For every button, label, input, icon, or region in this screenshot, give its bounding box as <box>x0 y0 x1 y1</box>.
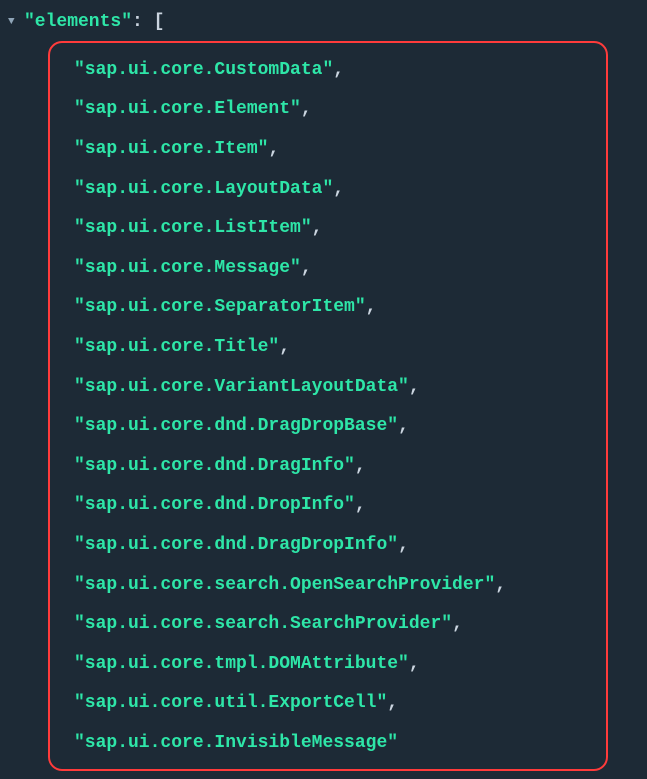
array-item-value: "sap.ui.core.dnd.DragInfo" <box>74 456 355 476</box>
array-item-value: "sap.ui.core.Element" <box>74 99 301 119</box>
array-item-value: "sap.ui.core.LayoutData" <box>74 179 333 199</box>
array-item: "sap.ui.core.tmpl.DOMAttribute", <box>60 645 596 685</box>
array-item-comma: , <box>333 179 344 199</box>
array-item-comma: , <box>355 495 366 515</box>
array-item: "sap.ui.core.util.ExportCell", <box>60 684 596 724</box>
array-item-comma: , <box>312 218 323 238</box>
array-item: "sap.ui.core.Item", <box>60 130 596 170</box>
array-item-comma: , <box>495 575 506 595</box>
array-item-value: "sap.ui.core.InvisibleMessage" <box>74 733 398 753</box>
array-item: "sap.ui.core.Element", <box>60 90 596 130</box>
array-item: "sap.ui.core.search.SearchProvider", <box>60 605 596 645</box>
array-item: "sap.ui.core.LayoutData", <box>60 170 596 210</box>
array-item-comma: , <box>398 416 409 436</box>
array-item-comma: , <box>268 139 279 159</box>
array-item-comma: , <box>387 693 398 713</box>
array-item: "sap.ui.core.dnd.DragDropInfo", <box>60 526 596 566</box>
array-item-value: "sap.ui.core.Message" <box>74 258 301 278</box>
collapse-toggle-icon[interactable]: ▼ <box>8 14 22 32</box>
array-item-comma: , <box>301 258 312 278</box>
json-colon: : <box>132 8 143 37</box>
array-item: "sap.ui.core.CustomData", <box>60 51 596 91</box>
array-item-comma: , <box>409 377 420 397</box>
array-item-comma: , <box>398 535 409 555</box>
array-item: "sap.ui.core.search.OpenSearchProvider", <box>60 566 596 606</box>
array-item: "sap.ui.core.Message", <box>60 249 596 289</box>
elements-array-highlight: "sap.ui.core.CustomData","sap.ui.core.El… <box>48 41 608 772</box>
array-item: "sap.ui.core.Title", <box>60 328 596 368</box>
array-item-value: "sap.ui.core.SeparatorItem" <box>74 297 366 317</box>
array-item-value: "sap.ui.core.ListItem" <box>74 218 312 238</box>
array-item-value: "sap.ui.core.dnd.DragDropInfo" <box>74 535 398 555</box>
json-key-row: ▼ "elements" : [ <box>0 8 647 37</box>
array-item-value: "sap.ui.core.search.OpenSearchProvider" <box>74 575 495 595</box>
json-space <box>143 8 154 37</box>
array-item-value: "sap.ui.core.CustomData" <box>74 60 333 80</box>
array-item-value: "sap.ui.core.util.ExportCell" <box>74 693 387 713</box>
array-item-value: "sap.ui.core.dnd.DropInfo" <box>74 495 355 515</box>
array-item: "sap.ui.core.InvisibleMessage" <box>60 724 596 764</box>
array-item: "sap.ui.core.SeparatorItem", <box>60 288 596 328</box>
array-item-comma: , <box>333 60 344 80</box>
array-item: "sap.ui.core.dnd.DropInfo", <box>60 486 596 526</box>
array-item-value: "sap.ui.core.Item" <box>74 139 268 159</box>
array-item-comma: , <box>409 654 420 674</box>
array-item-value: "sap.ui.core.tmpl.DOMAttribute" <box>74 654 409 674</box>
json-open-bracket: [ <box>154 8 165 37</box>
array-item-comma: , <box>279 337 290 357</box>
array-item-value: "sap.ui.core.search.SearchProvider" <box>74 614 452 634</box>
array-item: "sap.ui.core.dnd.DragInfo", <box>60 447 596 487</box>
array-item: "sap.ui.core.dnd.DragDropBase", <box>60 407 596 447</box>
array-item-comma: , <box>301 99 312 119</box>
array-item-comma: , <box>452 614 463 634</box>
array-item: "sap.ui.core.VariantLayoutData", <box>60 368 596 408</box>
array-item-value: "sap.ui.core.dnd.DragDropBase" <box>74 416 398 436</box>
array-item-value: "sap.ui.core.Title" <box>74 337 279 357</box>
array-item-comma: , <box>366 297 377 317</box>
array-item: "sap.ui.core.ListItem", <box>60 209 596 249</box>
json-key: "elements" <box>24 8 132 37</box>
array-item-value: "sap.ui.core.VariantLayoutData" <box>74 377 409 397</box>
array-item-comma: , <box>355 456 366 476</box>
